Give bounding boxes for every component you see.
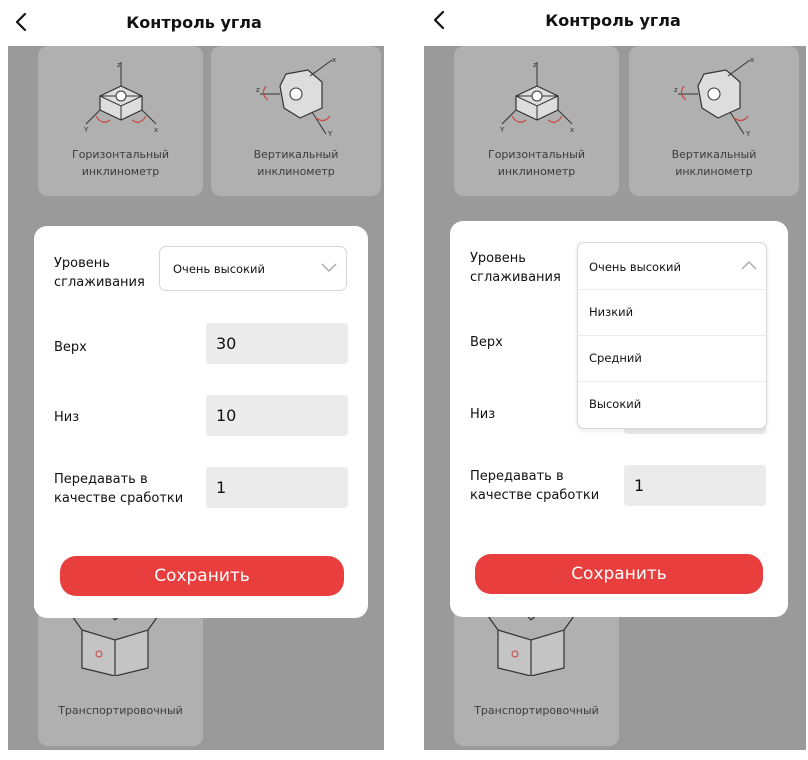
bottom-input[interactable]: 10 [206,395,348,436]
dropdown-option-low[interactable]: Низкий [578,289,766,336]
svg-text:Y: Y [745,130,751,138]
inclinometer-vertical-icon: x z Y [674,56,758,138]
top-label: Верх [470,335,503,350]
inclinometer-horizontal-icon: z Y x [496,58,578,138]
svg-text:x: x [570,126,574,134]
svg-text:x: x [332,56,336,64]
inclinometer-horizontal-icon: z Y x [80,58,162,138]
tile-label: Транспортировочный [474,704,599,717]
smoothing-dropdown[interactable]: Очень высокий Низкий Средний Высокий [577,242,767,429]
bottom-label: Низ [470,407,496,422]
svg-text:z: z [256,86,260,94]
chevron-up-icon [740,260,758,272]
transmit-input[interactable]: 1 [206,467,348,508]
tile-label: Вертикальный инклинометр [671,148,757,178]
tile-label: Горизонтальный инклинометр [71,148,170,178]
smoothing-select[interactable]: Очень высокий [159,246,347,291]
tile-label: Горизонтальный инклинометр [487,148,586,178]
smoothing-label: Уровень сглаживания [470,251,561,285]
tile-label: Вертикальный инклинометр [253,148,339,178]
tile-vertical-inclinometer[interactable]: x z Y Вертикальный инклинометр [211,46,381,196]
smoothing-select[interactable]: Очень высокий [578,243,766,290]
screen-open-dropdown: Контроль угла z Y x Горизонтальный инкли… [418,0,808,760]
bottom-label: Низ [54,410,80,425]
tile-transport[interactable]: Транспортировочный [38,606,203,746]
tile-label: Транспортировочный [58,704,183,717]
tile-horizontal-inclinometer[interactable]: z Y x Горизонтальный инклинометр [454,46,619,196]
transmit-label: Передавать в качестве сработки [470,469,600,503]
transmit-label: Передавать в качестве сработки [54,472,184,506]
top-input[interactable]: 30 [206,323,348,364]
transmit-input[interactable]: 1 [624,465,766,506]
dropdown-option-high[interactable]: Высокий [578,381,766,427]
svg-text:z: z [117,61,121,69]
inclinometer-vertical-icon: x z Y [256,56,340,138]
tile-vertical-inclinometer[interactable]: x z Y Вертикальный инклинометр [629,46,799,196]
save-button[interactable]: Сохранить [60,556,344,596]
svg-text:z: z [674,86,678,94]
dropdown-option-medium[interactable]: Средний [578,335,766,382]
top-label: Верх [54,340,87,355]
svg-text:x: x [750,56,754,64]
smoothing-select-value: Очень высокий [589,260,681,274]
chevron-down-icon [320,261,338,273]
tile-transport[interactable]: Транспортировочный [454,606,619,746]
page-title: Контроль угла [126,13,262,32]
top-bar: Контроль угла [418,0,808,46]
smoothing-select-value: Очень высокий [173,262,265,276]
settings-dialog: Уровень сглаживания Очень высокий Верх 30… [34,226,368,618]
screen-closed-dropdown: Контроль угла z Y x Горизонтальный инкли… [0,0,388,760]
top-bar: Контроль угла [0,0,388,46]
save-button[interactable]: Сохранить [475,554,763,594]
svg-text:Y: Y [499,126,505,134]
svg-text:Y: Y [327,130,333,138]
smoothing-label: Уровень сглаживания [54,256,145,290]
svg-text:x: x [154,126,158,134]
tile-horizontal-inclinometer[interactable]: z Y x Горизонтальный инклинометр [38,46,203,196]
page-title: Контроль угла [545,11,681,30]
svg-text:Y: Y [83,126,89,134]
settings-dialog: Уровень сглаживания Верх Низ Передавать в… [450,221,788,617]
svg-text:z: z [533,61,537,69]
